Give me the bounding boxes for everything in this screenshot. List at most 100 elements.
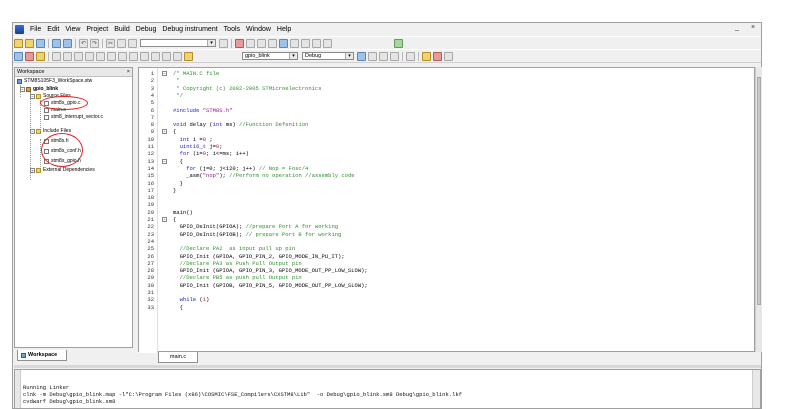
registers-icon[interactable] (162, 51, 171, 61)
code-line[interactable]: //Declare PB5 as push pull Output pin (173, 274, 302, 281)
code-line[interactable]: //Declare PA3 as Push Pull Output pin (173, 260, 302, 267)
fold-toggle-icon[interactable]: − (162, 129, 167, 135)
code-line[interactable]: GPIO_DeInit(GPIOB); // prepare Port B fo… (173, 231, 342, 238)
step-into-icon[interactable] (96, 51, 105, 61)
workspace-close-icon[interactable]: × (127, 68, 130, 76)
code-line[interactable]: /* MAIN.C file (173, 70, 219, 77)
tree-item-external-deps[interactable]: + External Dependencies (30, 167, 95, 174)
next-bookmark-icon[interactable] (290, 38, 299, 48)
tab-main-c[interactable]: main.c (158, 352, 198, 363)
code-line[interactable]: uint16_t j=0; (173, 143, 223, 150)
tree-item-workspace[interactable]: STM8S105F3_WorkSpace.stw (17, 78, 92, 85)
find-combo[interactable]: ▾ (140, 39, 216, 47)
code-line[interactable]: #include "STM8S.h" (173, 107, 232, 114)
cut-icon[interactable]: ✂ (106, 38, 115, 48)
watch-icon[interactable] (151, 51, 160, 61)
code-editor[interactable]: 1 2 3 4 5 6 7 8 9 10 11 12 13 14 15 16 17 18 19 20 21 22 23 24 2… (138, 67, 755, 353)
menu-project[interactable]: Project (83, 26, 111, 33)
tools-icon[interactable] (406, 51, 415, 61)
save-all-icon[interactable] (63, 38, 72, 48)
output-vertical-scrollbar[interactable] (752, 370, 760, 408)
editor-vertical-scrollbar[interactable] (755, 67, 762, 352)
code-line[interactable]: } (173, 180, 183, 187)
code-line[interactable]: { (173, 158, 183, 165)
code-line[interactable]: GPIO_DeInit(GPIOA); //prepare Port A for… (173, 223, 338, 230)
menu-debug[interactable]: Debug (133, 26, 160, 33)
project-select[interactable]: gpio_blink ▾ (242, 52, 298, 60)
code-line[interactable]: void delay (int ms) //Function Defenitio… (173, 121, 308, 128)
debug-stop-icon[interactable] (433, 51, 442, 61)
code-line[interactable]: GPIO_Init (GPIOA, GPIO_PIN_2, GPIO_MODE_… (173, 253, 345, 260)
run-icon[interactable] (63, 51, 72, 61)
menu-help[interactable]: Help (274, 26, 294, 33)
menu-debug-instrument[interactable]: Debug instrument (159, 26, 220, 33)
code-line[interactable]: * Copyright (c) 2002-2005 STMicroelectro… (173, 85, 321, 92)
run-to-cursor-icon[interactable] (118, 51, 127, 61)
code-line[interactable]: { (173, 128, 176, 135)
fold-toggle-icon[interactable]: − (162, 217, 167, 222)
prev-bookmark-icon[interactable] (301, 38, 310, 48)
panel-splitter[interactable] (14, 365, 761, 368)
menu-build[interactable]: Build (111, 26, 133, 33)
config-select[interactable]: Debug ▾ (302, 52, 354, 60)
tab-workspace[interactable]: Workspace (17, 350, 67, 361)
menu-window[interactable]: Window (243, 26, 274, 33)
lightning-icon[interactable] (184, 51, 193, 61)
code-line[interactable]: * (173, 77, 179, 84)
eraser-icon[interactable] (444, 51, 453, 61)
close-button[interactable]: × (751, 24, 755, 31)
rebuild-icon[interactable] (36, 51, 45, 61)
step-out-icon[interactable] (107, 51, 116, 61)
code-line[interactable]: main() (173, 209, 193, 216)
build-project-icon[interactable] (368, 51, 377, 61)
open-folder-icon[interactable] (25, 38, 34, 48)
rebuild-all-icon[interactable] (379, 51, 388, 61)
indent-icon[interactable] (323, 38, 332, 48)
debug-start-icon[interactable] (422, 51, 431, 61)
menu-view[interactable]: View (62, 26, 83, 33)
code-line[interactable]: //Declare PA2 as input pull up pin (173, 245, 296, 252)
chevron-down-icon[interactable]: ▾ (207, 40, 215, 46)
stop-icon[interactable] (74, 51, 83, 61)
save-icon[interactable] (52, 38, 61, 48)
code-line[interactable]: GPIO_Init (GPIOB, GPIO_PIN_5, GPIO_MODE_… (173, 282, 368, 289)
clean-icon[interactable] (390, 51, 399, 61)
disassembly-icon[interactable] (173, 51, 182, 61)
menu-edit[interactable]: Edit (44, 26, 62, 33)
fold-toggle-icon[interactable]: − (162, 71, 167, 76)
code-line[interactable]: } (173, 187, 176, 194)
build-icon[interactable] (25, 51, 34, 61)
code-line[interactable]: while (1) (173, 296, 210, 303)
undo-icon[interactable]: ↶ (79, 38, 88, 48)
step-over-icon[interactable] (85, 51, 94, 61)
chevron-down-icon[interactable]: ▾ (289, 53, 297, 59)
reset-icon[interactable] (129, 51, 138, 61)
clear-bookmarks-icon[interactable] (312, 38, 321, 48)
fold-toggle-icon[interactable]: − (162, 158, 167, 164)
menu-tools[interactable]: Tools (221, 26, 243, 33)
paste-icon[interactable] (128, 38, 137, 48)
collapse-icon[interactable]: − (30, 129, 35, 134)
settings-icon[interactable] (394, 38, 403, 48)
toggle-bookmark-icon[interactable] (279, 38, 288, 48)
breakpoint-icon[interactable] (52, 51, 61, 61)
chevron-down-icon[interactable]: ▾ (345, 53, 353, 59)
find-prev-icon[interactable] (257, 38, 266, 48)
tree-item-project[interactable]: − gpio_blink (20, 86, 58, 93)
code-line[interactable]: for (i=0; i<=ms; i++) (173, 150, 249, 157)
new-file-icon[interactable] (14, 38, 23, 48)
compile-icon[interactable] (14, 51, 23, 61)
find-icon[interactable] (219, 38, 228, 48)
code-line[interactable]: GPIO_Init (GPIOA, GPIO_PIN_3, GPIO_MODE_… (173, 267, 368, 274)
menu-file[interactable]: File (27, 26, 44, 33)
code-line[interactable]: { (173, 216, 176, 223)
code-line[interactable]: */ (173, 92, 183, 99)
open-project-icon[interactable] (36, 38, 45, 48)
find-next-icon[interactable] (246, 38, 255, 48)
bookmark-icon[interactable] (268, 38, 277, 48)
memory-icon[interactable] (140, 51, 149, 61)
minimize-button[interactable]: _ (735, 24, 739, 31)
output-gripper[interactable] (15, 370, 21, 408)
binoculars-icon[interactable] (235, 38, 244, 48)
code-line[interactable]: int i =0 ; (173, 136, 213, 143)
